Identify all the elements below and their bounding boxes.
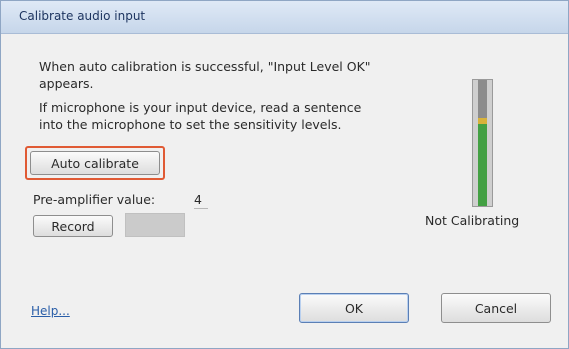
- preamp-label: Pre-amplifier value:: [33, 192, 156, 207]
- record-button[interactable]: Record: [33, 215, 113, 237]
- help-link[interactable]: Help...: [31, 304, 70, 318]
- cancel-button[interactable]: Cancel: [441, 293, 551, 323]
- meter-level-fill: [478, 124, 487, 206]
- window-title: Calibrate audio input: [19, 9, 146, 23]
- title-bar: Calibrate audio input: [1, 1, 568, 34]
- record-progress-field: [125, 213, 185, 237]
- auto-calibrate-button[interactable]: Auto calibrate: [30, 151, 160, 175]
- calibration-status: Not Calibrating: [425, 213, 520, 228]
- instruction-line-3: If microphone is your input device, read…: [39, 100, 362, 115]
- input-level-meter: [472, 79, 493, 207]
- instruction-line-2: appears.: [39, 76, 94, 91]
- ok-button[interactable]: OK: [299, 293, 409, 323]
- instruction-line-4: into the microphone to set the sensitivi…: [39, 117, 342, 132]
- instruction-line-1: When auto calibration is successful, "In…: [39, 59, 371, 74]
- calibrate-audio-dialog: Calibrate audio input When auto calibrat…: [0, 0, 569, 349]
- preamp-value: 4: [194, 191, 208, 209]
- meter-empty-segment: [478, 80, 487, 118]
